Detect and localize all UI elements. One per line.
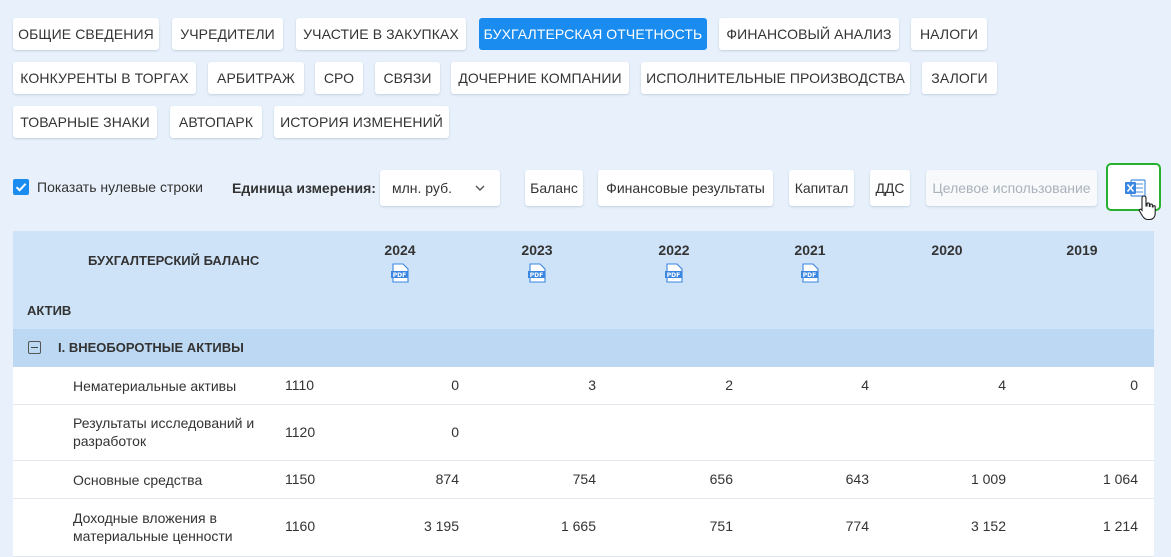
row-name: Доходные вложения в материальные ценност…: [73, 510, 233, 544]
section-label: I. ВНЕОБОРОТНЫЕ АКТИВЫ: [58, 340, 244, 355]
year-2020: 2020: [931, 242, 963, 258]
row-value: 0: [451, 424, 459, 440]
row-value: 2: [725, 377, 733, 393]
row-value: 1 064: [1102, 471, 1138, 487]
unit-label: Единица измерения:: [232, 180, 376, 196]
row-value: 3: [588, 377, 596, 393]
capital-button[interactable]: Капитал: [789, 170, 854, 206]
tab-vehicles[interactable]: АВТОПАРК: [170, 106, 262, 138]
tab-sro[interactable]: СРО: [315, 62, 363, 94]
row-value: 874: [435, 471, 459, 487]
row-value: 4: [998, 377, 1006, 393]
year-2024: 2024: [384, 242, 416, 258]
tab-financial-analysis[interactable]: ФИНАНСОВЫЙ АНАЛИЗ: [719, 18, 899, 50]
row-value: 3 152: [970, 518, 1006, 534]
row-name: Нематериальные активы: [73, 378, 237, 394]
year-2019: 2019: [1066, 242, 1098, 258]
collapse-icon[interactable]: [28, 341, 41, 354]
tab-arbitration[interactable]: АРБИТРАЖ: [208, 62, 304, 94]
hand-cursor-icon: [1138, 195, 1156, 221]
tab-founders[interactable]: УЧРЕДИТЕЛИ: [172, 18, 283, 50]
tab-accounting[interactable]: БУХГАЛТЕРСКАЯ ОТЧЕТНОСТЬ: [479, 18, 707, 50]
table-title: БУХГАЛТЕРСКИЙ БАЛАНС: [88, 253, 260, 268]
row-value: 1 665: [560, 518, 596, 534]
pdf-icon-2023[interactable]: PDF: [528, 263, 546, 283]
tab-enforcement[interactable]: ИСПОЛНИТЕЛЬНЫЕ ПРОИЗВОДСТВА: [641, 62, 910, 94]
tab-subsidiaries[interactable]: ДОЧЕРНИЕ КОМПАНИИ: [451, 62, 629, 94]
pdf-icon-2024[interactable]: PDF: [391, 263, 409, 283]
tab-trademarks[interactable]: ТОВАРНЫЕ ЗНАКИ: [13, 106, 157, 138]
svg-text:PDF: PDF: [393, 272, 406, 279]
row-value: 774: [845, 518, 869, 534]
row-code: 1160: [285, 518, 316, 534]
table-row: Результаты исследований и разработок 112…: [13, 405, 1154, 461]
tab-general[interactable]: ОБЩИЕ СВЕДЕНИЯ: [13, 18, 159, 50]
tab-pledges[interactable]: ЗАЛОГИ: [922, 62, 997, 94]
financial-results-button[interactable]: Финансовые результаты: [598, 170, 773, 206]
unit-select-value: млн. руб.: [392, 180, 452, 196]
group-label: АКТИВ: [27, 303, 72, 318]
table-row: Нематериальные активы 1110 0 3 2 4 4 0: [13, 367, 1154, 405]
tab-history[interactable]: ИСТОРИЯ ИЗМЕНЕНИЙ: [274, 106, 449, 138]
row-name: Результаты исследований и разработок: [73, 415, 255, 449]
svg-text:PDF: PDF: [530, 272, 543, 279]
year-2023: 2023: [521, 242, 553, 258]
cash-flow-button[interactable]: ДДС: [870, 170, 910, 206]
row-value: 3 195: [423, 518, 459, 534]
svg-text:PDF: PDF: [667, 272, 680, 279]
row-value: 754: [572, 471, 596, 487]
row-code: 1120: [285, 424, 316, 440]
tab-connections[interactable]: СВЯЗИ: [375, 62, 440, 94]
pdf-icon-2021[interactable]: PDF: [801, 263, 819, 283]
tab-taxes[interactable]: НАЛОГИ: [911, 18, 987, 50]
target-use-button[interactable]: Целевое использование: [926, 170, 1097, 206]
tab-competitors[interactable]: КОНКУРЕНТЫ В ТОРГАХ: [13, 62, 196, 94]
year-2022: 2022: [658, 242, 690, 258]
checkmark-icon: [15, 183, 27, 192]
tab-procurement[interactable]: УЧАСТИЕ В ЗАКУПКАХ: [296, 18, 466, 50]
show-zero-rows-label[interactable]: Показать нулевые строки: [37, 179, 203, 195]
show-zero-rows-checkbox[interactable]: [13, 179, 29, 195]
row-code: 1110: [285, 377, 315, 393]
svg-text:PDF: PDF: [803, 272, 816, 279]
row-value: 4: [861, 377, 869, 393]
table-row: Доходные вложения в материальные ценност…: [13, 499, 1154, 557]
row-value: 1 214: [1102, 518, 1138, 534]
row-value: 656: [709, 471, 733, 487]
balance-button[interactable]: Баланс: [525, 170, 583, 206]
pdf-icon-2022[interactable]: PDF: [665, 263, 683, 283]
year-2021: 2021: [794, 242, 826, 258]
table-row: Основные средства 1150 874 754 656 643 1…: [13, 461, 1154, 499]
row-code: 1150: [285, 471, 316, 487]
row-value: 0: [451, 377, 459, 393]
row-value: 751: [709, 518, 733, 534]
row-value: 0: [1130, 377, 1138, 393]
chevron-down-icon: [475, 185, 485, 191]
row-value: 1 009: [970, 471, 1006, 487]
row-name: Основные средства: [73, 472, 203, 488]
row-value: 643: [845, 471, 869, 487]
unit-select[interactable]: млн. руб.: [380, 170, 500, 206]
